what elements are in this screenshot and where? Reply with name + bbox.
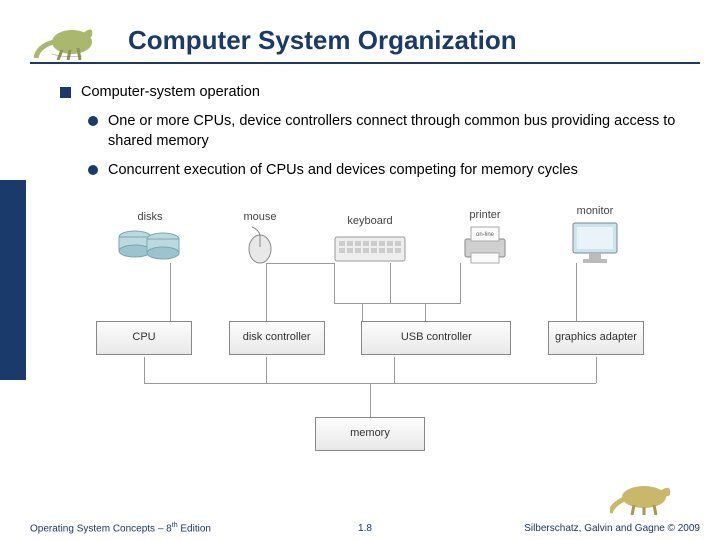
memory-box: memory bbox=[315, 417, 425, 451]
footer-right: Silberschatz, Galvin and Gagne © 2009 bbox=[524, 523, 700, 534]
bullet-level2: Concurrent execution of CPUs and devices… bbox=[88, 161, 680, 181]
usb-controller-box: USB controller bbox=[361, 321, 511, 355]
circle-bullet-icon bbox=[88, 165, 98, 175]
footer-left: Operating System Concepts – 8th Edition bbox=[30, 522, 211, 534]
keyboard-icon bbox=[333, 229, 407, 265]
device-label: disks bbox=[137, 211, 162, 223]
footer-text: Operating System Concepts – 8 bbox=[30, 523, 172, 534]
printer-icon: on-line bbox=[457, 223, 513, 265]
system-diagram: disks mouse keyboard bbox=[90, 191, 650, 451]
cpu-box: CPU bbox=[96, 321, 192, 355]
connector-line bbox=[266, 263, 334, 264]
bullet-level1: Computer-system operation bbox=[60, 84, 680, 100]
left-accent-bar bbox=[0, 180, 26, 380]
slide-header: Computer System Organization bbox=[0, 0, 720, 64]
connector-line bbox=[394, 357, 395, 383]
monitor-device: monitor bbox=[555, 205, 635, 265]
slide-content: Computer-system operation One or more CP… bbox=[0, 64, 720, 451]
footer-text: Edition bbox=[178, 523, 211, 534]
connector-line bbox=[170, 263, 171, 321]
monitor-icon bbox=[567, 219, 623, 265]
bullet-text: Concurrent execution of CPUs and devices… bbox=[108, 161, 578, 181]
connector-line bbox=[460, 263, 461, 303]
disks-icon bbox=[115, 225, 185, 265]
device-label: printer bbox=[469, 209, 500, 221]
graphics-adapter-box: graphics adapter bbox=[548, 321, 644, 355]
bullet-text: One or more CPUs, device controllers con… bbox=[108, 112, 680, 151]
bullet-level2: One or more CPUs, device controllers con… bbox=[88, 112, 680, 151]
device-label: mouse bbox=[243, 211, 276, 223]
dinosaur-logo-icon bbox=[30, 10, 100, 60]
square-bullet-icon bbox=[60, 87, 71, 98]
disks-device: disks bbox=[105, 211, 195, 265]
connector-line bbox=[362, 303, 363, 321]
connector-line bbox=[370, 383, 371, 417]
connector-line bbox=[425, 303, 426, 321]
circle-bullet-icon bbox=[88, 116, 98, 126]
slide-footer: Operating System Concepts – 8th Edition … bbox=[30, 522, 700, 534]
connector-line bbox=[390, 263, 391, 303]
printer-screen-text: on-line bbox=[476, 232, 495, 238]
connector-line bbox=[266, 357, 267, 383]
dinosaur-footer-icon bbox=[610, 477, 680, 520]
printer-device: printer on-line bbox=[445, 209, 525, 265]
connector-line bbox=[334, 263, 335, 303]
device-label: keyboard bbox=[347, 215, 392, 227]
connector-line bbox=[576, 263, 577, 321]
device-label: monitor bbox=[577, 205, 614, 217]
connector-line bbox=[144, 357, 145, 383]
connector-line bbox=[266, 263, 267, 321]
keyboard-device: keyboard bbox=[325, 215, 415, 265]
mouse-device: mouse bbox=[225, 211, 295, 265]
disk-controller-box: disk controller bbox=[229, 321, 325, 355]
slide-title: Computer System Organization bbox=[108, 25, 700, 60]
connector-line bbox=[596, 357, 597, 383]
bullet-text: Computer-system operation bbox=[81, 84, 260, 100]
mouse-icon bbox=[240, 225, 280, 265]
slide-number: 1.8 bbox=[358, 523, 372, 534]
